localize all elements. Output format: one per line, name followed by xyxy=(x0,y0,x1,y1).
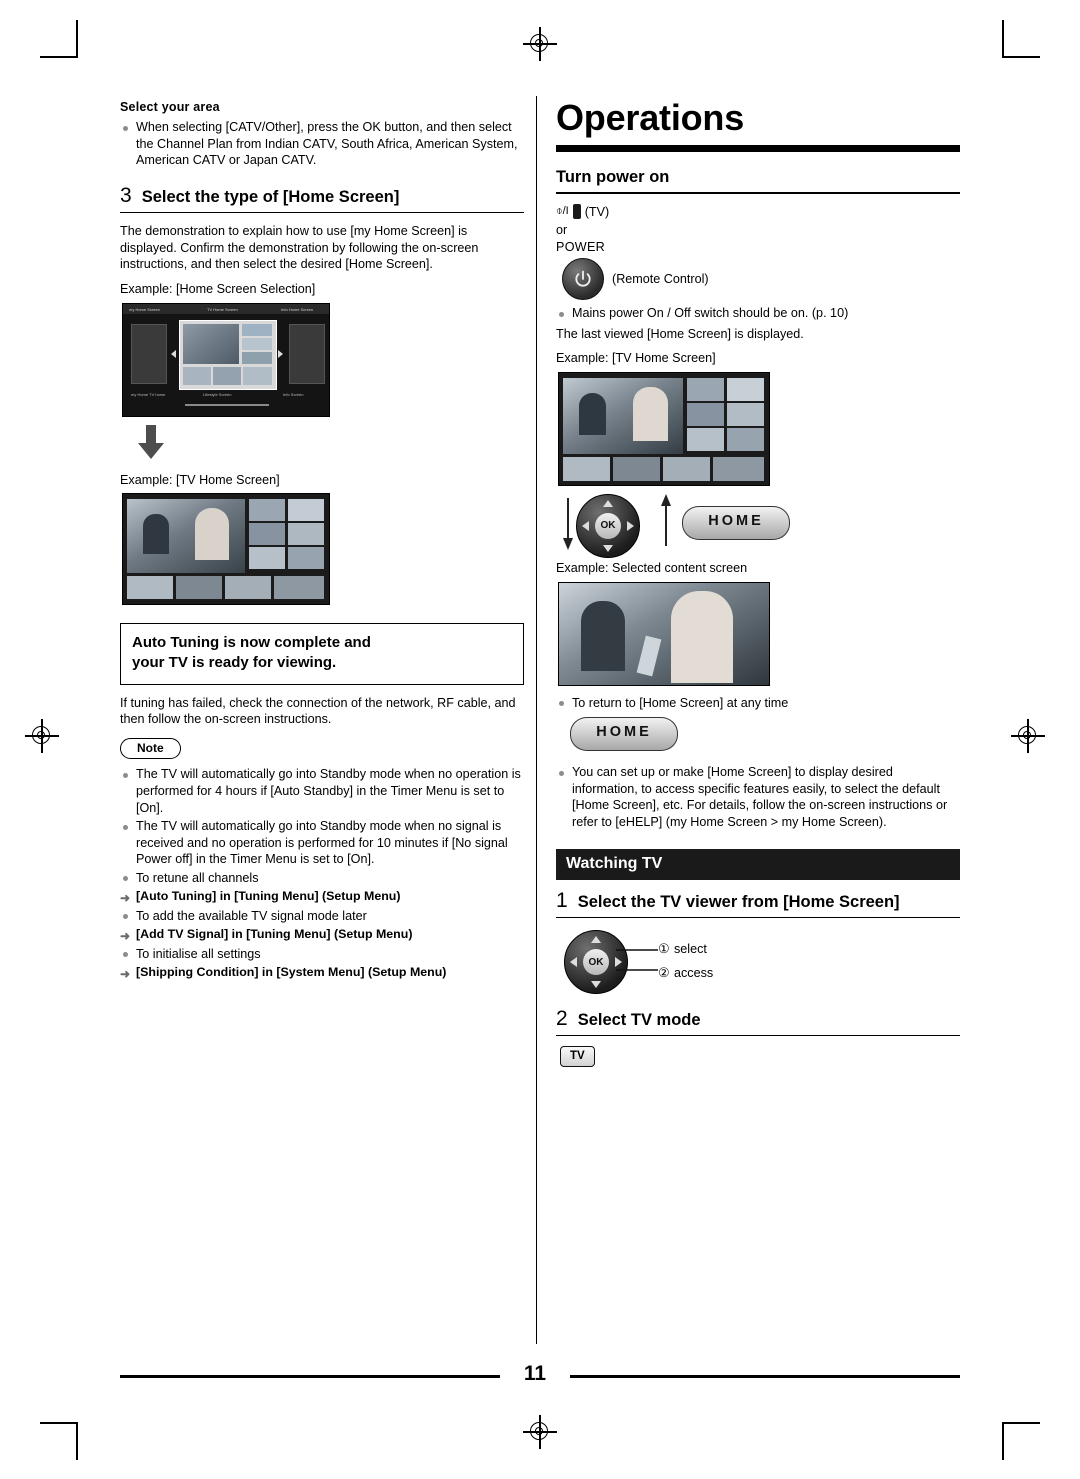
tuning-failed-body: If tuning has failed, check the connecti… xyxy=(120,695,516,727)
note-bullet-list: The TV will automatically go into Standb… xyxy=(120,766,524,886)
flow-down-arrow xyxy=(138,424,164,464)
home-button-label: HOME xyxy=(708,512,764,529)
access-label: access xyxy=(674,966,714,980)
tv-label: (TV) xyxy=(584,204,610,219)
note-bullet-list-3: To initialise all settings xyxy=(120,946,524,963)
step-title: Select the type of [Home Screen] xyxy=(141,187,400,206)
tv-button-chip[interactable]: TV xyxy=(560,1046,595,1068)
step-number: 1 xyxy=(556,888,568,912)
tv-home-screen-screenshot-right xyxy=(558,371,770,486)
list-item: When selecting [CATV/Other], press the O… xyxy=(120,119,524,169)
watching-tv-step-1-rule xyxy=(556,917,960,918)
step-3-heading: 3 Select the type of [Home Screen] xyxy=(120,185,524,207)
auto-tuning-complete-notice: Auto Tuning is now complete and your TV … xyxy=(120,623,524,685)
step-title: Select TV mode xyxy=(577,1011,701,1029)
step-3-rule xyxy=(120,212,524,214)
example-selected-content-caption: Example: Selected content screen xyxy=(556,560,748,575)
home-button-icon[interactable]: HOME xyxy=(682,505,790,540)
select-marker: ① xyxy=(658,941,670,956)
reference-auto-tuning: ➜ [Auto Tuning] in [Tuning Menu] (Setup … xyxy=(120,888,524,905)
page-number: 11 xyxy=(523,1362,547,1385)
selected-content-screenshot xyxy=(558,581,770,686)
last-viewed-home-screen-text: The last viewed [Home Screen] is display… xyxy=(556,326,804,341)
watching-tv-step-1-heading: 1 Select the TV viewer from [Home Screen… xyxy=(556,890,960,912)
or-label: or xyxy=(556,223,568,237)
select-access-graphic: OK ① select ② access xyxy=(558,928,960,998)
power-switch-glyph-icon xyxy=(572,204,581,219)
left-column: Select your area When selecting [CATV/Ot… xyxy=(120,100,524,984)
example-tv-home-screen-caption-right: Example: [TV Home Screen] xyxy=(556,351,716,366)
list-item: You can set up or make [Home Screen] to … xyxy=(556,764,960,830)
list-item: The TV will automatically go into Standb… xyxy=(120,818,524,868)
remote-power-row: (Remote Control) xyxy=(562,258,960,301)
home-screen-setup-bullet-list: You can set up or make [Home Screen] to … xyxy=(556,764,960,830)
home-button-label-2: HOME xyxy=(596,724,652,741)
power-symbol-icon: ⌽/I xyxy=(556,205,569,217)
arrow-marker-icon: ➜ xyxy=(120,966,131,981)
power-button-icon[interactable] xyxy=(562,258,604,301)
mains-power-bullet-list: Mains power On / Off switch should be on… xyxy=(556,305,960,322)
list-item: To return to [Home Screen] at any time xyxy=(556,695,960,712)
notice-line-2: your TV is ready for viewing. xyxy=(132,654,337,672)
step-title: Select the TV viewer from [Home Screen] xyxy=(577,892,900,911)
page-title-underline xyxy=(556,145,960,152)
access-marker: ② xyxy=(658,965,670,980)
watching-tv-step-2-heading: 2 Select TV mode xyxy=(556,1008,960,1030)
reference-text: [Add TV Signal] in [Tuning Menu] (Setup … xyxy=(136,926,413,941)
turn-power-on-rule xyxy=(556,192,960,194)
ok-button-label: OK xyxy=(595,512,621,539)
reference-add-tv-signal: ➜ [Add TV Signal] in [Tuning Menu] (Setu… xyxy=(120,926,524,943)
return-home-bullet-list: To return to [Home Screen] at any time xyxy=(556,695,960,712)
home-key-standalone-row: HOME xyxy=(570,717,960,756)
page-title: Operations xyxy=(556,97,745,138)
list-item: The TV will automatically go into Standb… xyxy=(120,766,524,816)
home-screen-selection-screenshot: my Home Screen TV Home Screen Info Home … xyxy=(122,302,330,417)
list-item: To retune all channels xyxy=(120,870,524,887)
note-label: Note xyxy=(120,737,181,760)
ok-button-label-2: OK xyxy=(583,949,609,975)
tv-mode-chip-row: TV xyxy=(560,1046,960,1068)
select-label: select xyxy=(674,942,707,956)
reference-text: [Auto Tuning] in [Tuning Menu] (Setup Me… xyxy=(136,888,401,903)
arrow-marker-icon: ➜ xyxy=(120,890,131,905)
note-bullet-list-2: To add the available TV signal mode late… xyxy=(120,908,524,925)
down-arrow-icon xyxy=(562,497,574,555)
list-item: Mains power On / Off switch should be on… xyxy=(556,305,960,322)
step-number: 2 xyxy=(556,1007,568,1030)
home-button-icon-2[interactable]: HOME xyxy=(570,717,678,752)
reference-shipping-condition: ➜ [Shipping Condition] in [System Menu] … xyxy=(120,964,524,981)
example-tv-home-screen-caption-left: Example: [TV Home Screen] xyxy=(120,472,280,487)
list-item: To add the available TV signal mode late… xyxy=(120,908,524,925)
notice-line-1: Auto Tuning is now complete and xyxy=(132,634,371,652)
turn-power-on-heading: Turn power on xyxy=(556,168,670,186)
footer-rule-right xyxy=(570,1375,960,1378)
tv-home-screen-screenshot-left xyxy=(122,493,330,606)
watching-tv-step-2-rule xyxy=(556,1035,960,1037)
tv-power-switch-row: ⌽/I (TV) xyxy=(556,204,960,219)
right-column: Operations Turn power on ⌽/I (TV) or POW… xyxy=(556,97,960,1068)
column-divider xyxy=(536,96,537,1344)
step-number: 3 xyxy=(120,183,132,207)
example-home-screen-selection-caption: Example: [Home Screen Selection] xyxy=(120,282,316,297)
step-3-body: The demonstration to explain how to use … xyxy=(120,224,479,272)
footer-rule-left xyxy=(120,1375,500,1378)
power-label: POWER xyxy=(556,239,606,254)
navigation-graphic-row: OK HOME xyxy=(556,493,960,558)
up-arrow-icon xyxy=(660,493,672,551)
select-area-bullet-list: When selecting [CATV/Other], press the O… xyxy=(120,119,524,169)
watching-tv-bar-heading: Watching TV xyxy=(556,848,960,880)
dpad-icon[interactable]: OK xyxy=(576,493,640,558)
remote-control-label: (Remote Control) xyxy=(612,272,709,287)
arrow-marker-icon: ➜ xyxy=(120,928,131,943)
manual-page: Select your area When selecting [CATV/Ot… xyxy=(0,0,1080,1479)
select-your-area-heading: Select your area xyxy=(120,100,220,114)
list-item: To initialise all settings xyxy=(120,946,524,963)
reference-text: [Shipping Condition] in [System Menu] (S… xyxy=(136,964,447,979)
